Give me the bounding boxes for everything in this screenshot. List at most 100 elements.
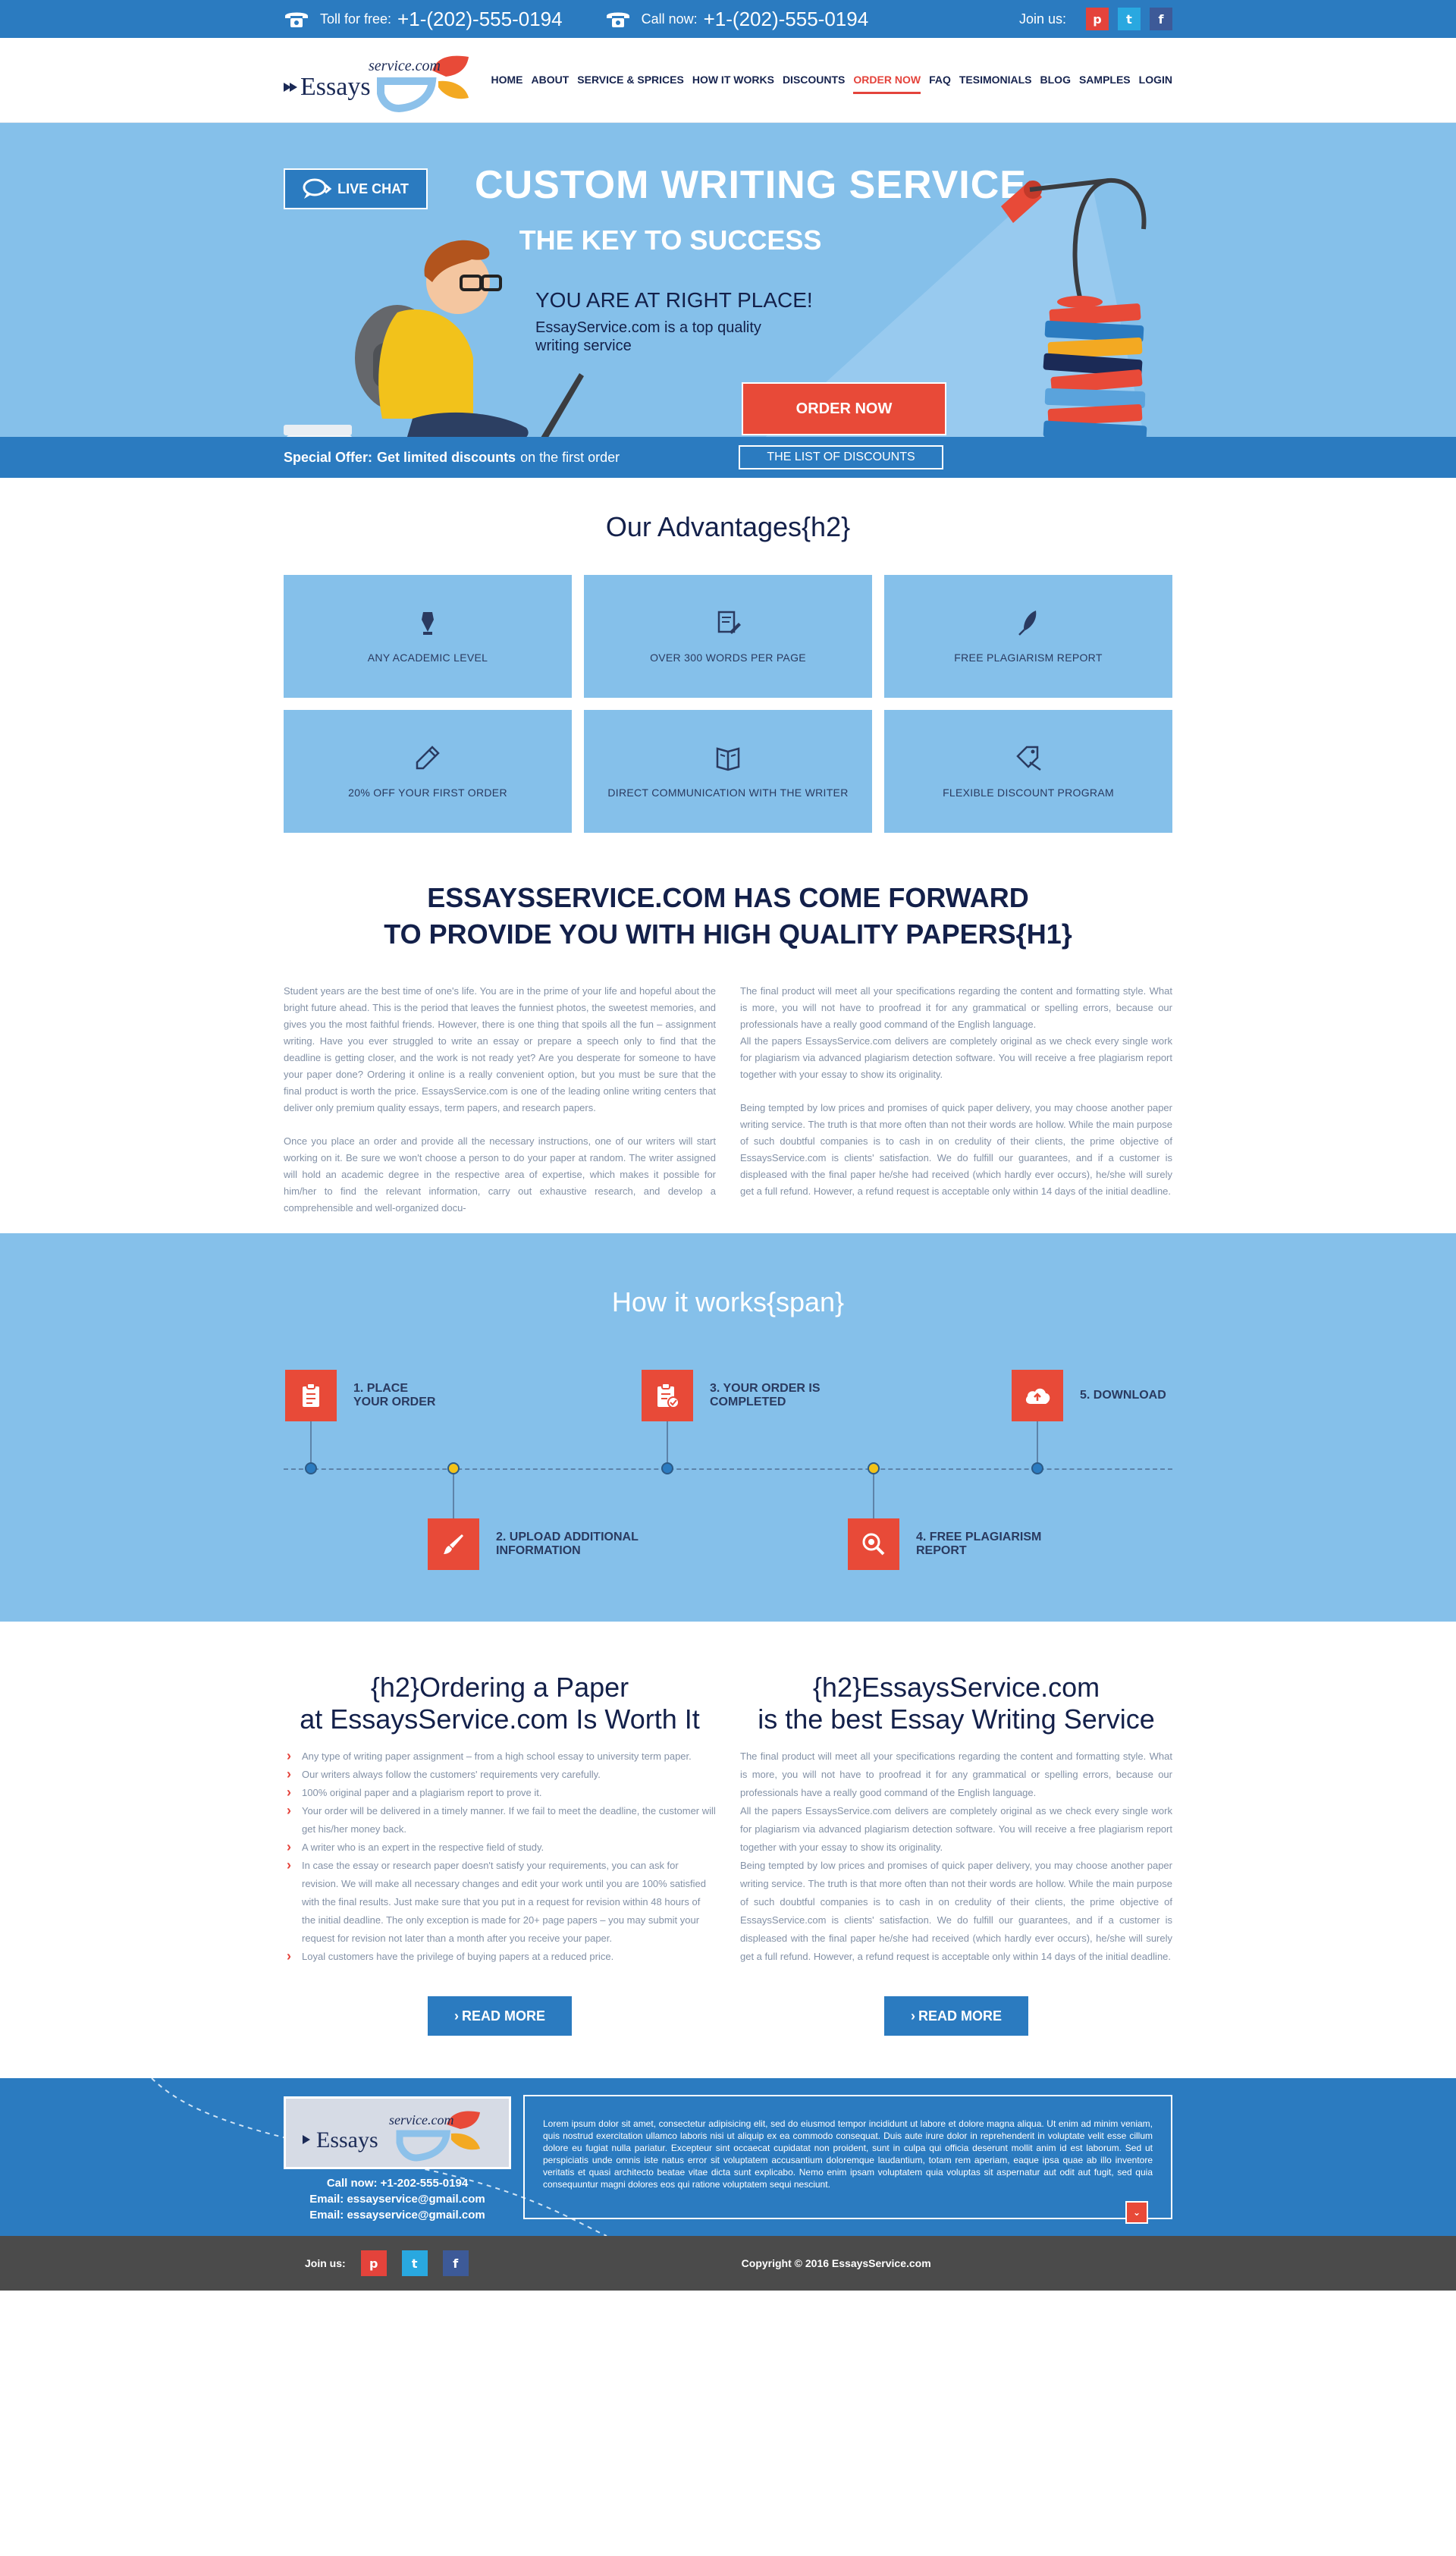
twitter-icon[interactable]: t (401, 2250, 428, 2276)
advantage-label: DIRECT COMMUNICATION WITH THE WRITER (607, 787, 849, 799)
timeline-connector (1037, 1421, 1038, 1468)
best-service-title-line1: {h2}EssaysService.com (812, 1672, 1100, 1703)
footer-logo-top-text: service.com (389, 2112, 453, 2127)
timeline-connector (667, 1421, 668, 1468)
callnow-phone[interactable]: Call now: +1-(202)-555-0194 (605, 8, 869, 31)
step-label-line: 5. DOWNLOAD (1080, 1389, 1166, 1402)
footer-logo-graphic: service.com Essays (303, 2111, 480, 2162)
timeline-connector (310, 1421, 312, 1468)
main-navigation: service.com Essays HOME ABOUT SERVICE & … (0, 38, 1456, 123)
site-logo[interactable]: service.com Essays (284, 48, 473, 113)
facebook-icon[interactable]: f (442, 2250, 469, 2276)
best-service-paragraph: Being tempted by low prices and promises… (740, 1860, 1172, 1962)
footer-phone[interactable]: Call now: +1-202-555-0194 (284, 2175, 511, 2191)
step-3: 3. YOUR ORDER IS COMPLETED (642, 1370, 821, 1421)
copyright-bar: Join us: p t f Copyright © 2016 EssaysSe… (0, 2236, 1456, 2291)
live-chat-button[interactable]: LIVE CHAT (284, 168, 428, 209)
list-item: 100% original paper and a plagiarism rep… (284, 1783, 716, 1802)
nav-menu: HOME ABOUT SERVICE & SPRICES HOW IT WORK… (482, 71, 1172, 94)
step-label: 3. YOUR ORDER IS COMPLETED (710, 1382, 821, 1409)
main-heading: ESSAYSSERVICE.COM HAS COME FORWARD TO PR… (284, 880, 1172, 953)
how-it-works-section: How it works{span} 1. PLACE YOUR ORDER 2.… (0, 1233, 1456, 1622)
facebook-icon[interactable]: f (1150, 8, 1172, 30)
step-box (285, 1370, 337, 1421)
intro-paragraph: Student years are the best time of one's… (284, 985, 716, 1113)
nav-login[interactable]: LOGIN (1139, 74, 1172, 94)
step-2: 2. UPLOAD ADDITIONAL INFORMATION (428, 1518, 639, 1570)
footer-email[interactable]: Email: essayservice@gmail.com (284, 2191, 511, 2207)
step-1: 1. PLACE YOUR ORDER (285, 1370, 435, 1421)
discount-list-button[interactable]: THE LIST OF DISCOUNTS (739, 445, 943, 469)
step-label-line: COMPLETED (710, 1396, 786, 1408)
tollfree-number[interactable]: +1-(202)-555-0194 (397, 8, 563, 31)
main-heading-line1: ESSAYSSERVICE.COM HAS COME FORWARD (427, 882, 1029, 913)
book-icon (716, 747, 740, 771)
chat-bubble-icon (303, 178, 332, 199)
advantage-card: OVER 300 WORDS PER PAGE (584, 575, 872, 698)
nav-home[interactable]: HOME (491, 74, 522, 94)
clipboard-check-icon (657, 1383, 679, 1408)
pinterest-icon[interactable]: p (1086, 8, 1109, 30)
nav-order-now[interactable]: ORDER NOW (853, 74, 921, 94)
advantage-label: ANY ACADEMIC LEVEL (367, 652, 488, 664)
list-item: Your order will be delivered in a timely… (284, 1801, 716, 1838)
footer-join-label: Join us: (305, 2257, 346, 2269)
clipboard-icon (303, 1383, 319, 1407)
chevron-right-icon: › (910, 2008, 915, 2024)
best-service-title: {h2}EssaysService.com is the best Essay … (740, 1672, 1172, 1735)
offer-bold: Get limited discounts (377, 449, 516, 465)
quill-icon (1018, 611, 1037, 636)
logo-graphic: service.com Essays (284, 55, 469, 113)
intro-left-column: Student years are the best time of one's… (284, 983, 716, 1217)
student-illustration (284, 240, 584, 460)
top-bar: Toll for free: +1-(202)-555-0194 Call no… (0, 0, 1456, 38)
chevron-down-icon[interactable]: ⌄ (1125, 2201, 1148, 2224)
footer-logo[interactable]: service.com Essays (284, 2096, 511, 2169)
footer: service.com Essays Call now: +1-202-555-… (0, 2078, 1456, 2236)
intro-paragraph: All the papers EssaysService.com deliver… (740, 1035, 1172, 1080)
nav-samples[interactable]: SAMPLES (1079, 74, 1131, 94)
nav-testimonials[interactable]: TESIMONIALS (959, 74, 1032, 94)
step-label-line: 3. YOUR ORDER IS (710, 1382, 821, 1395)
read-more-button[interactable]: › READ MORE (884, 1996, 1028, 2036)
list-item: In case the essay or research paper does… (284, 1856, 716, 1948)
nav-service-prices[interactable]: SERVICE & SPRICES (577, 74, 684, 94)
advantage-card: FLEXIBLE DISCOUNT PROGRAM (884, 710, 1172, 833)
advantage-card: FREE PLAGIARISM REPORT (884, 575, 1172, 698)
best-service-text: The final product will meet all your spe… (740, 1747, 1172, 1966)
twitter-icon[interactable]: t (1118, 8, 1141, 30)
main-heading-line2: TO PROVIDE YOU WITH HIGH QUALITY PAPERS{… (384, 918, 1072, 950)
step-label: 5. DOWNLOAD (1080, 1389, 1166, 1402)
step-label: 2. UPLOAD ADDITIONAL INFORMATION (496, 1531, 639, 1558)
read-more-button[interactable]: › READ MORE (428, 1996, 572, 2036)
step-label: 4. FREE PLAGIARISM REPORT (916, 1531, 1041, 1558)
step-box (1012, 1370, 1063, 1421)
benefits-list: Any type of writing paper assignment – f… (284, 1747, 716, 1966)
tollfree-phone[interactable]: Toll for free: +1-(202)-555-0194 (284, 8, 563, 31)
nav-faq[interactable]: FAQ (929, 74, 951, 94)
order-now-button[interactable]: ORDER NOW (742, 382, 946, 435)
nav-discounts[interactable]: DISCOUNTS (783, 74, 845, 94)
step-label-line: 2. UPLOAD ADDITIONAL (496, 1531, 639, 1543)
nav-about[interactable]: ABOUT (531, 74, 569, 94)
offer-text-row: Special Offer: Get limited discounts on … (284, 437, 1172, 478)
advantage-label: FREE PLAGIARISM REPORT (954, 652, 1103, 664)
timeline-dot (661, 1462, 673, 1474)
tollfree-label: Toll for free: (320, 11, 392, 27)
lamp-books-illustration (1001, 177, 1147, 477)
search-icon (862, 1533, 885, 1556)
nav-how-it-works[interactable]: HOW IT WORKS (692, 74, 774, 94)
nav-blog[interactable]: BLOG (1040, 74, 1071, 94)
how-it-works-timeline: 1. PLACE YOUR ORDER 2. UPLOAD ADDITIONAL I… (284, 1233, 1172, 1622)
advantages-grid: ANY ACADEMIC LEVEL OVER 300 WORDS PER PA… (284, 575, 1172, 833)
page-bottom-space (0, 2291, 1456, 2422)
intro-right-column: The final product will meet all your spe… (740, 983, 1172, 1217)
step-box (428, 1518, 479, 1570)
pinterest-icon[interactable]: p (360, 2250, 387, 2276)
callnow-number[interactable]: +1-(202)-555-0194 (704, 8, 869, 31)
callnow-label: Call now: (641, 11, 698, 27)
timeline-connector (453, 1474, 454, 1521)
ordering-title-line2: at EssaysService.com Is Worth It (300, 1703, 700, 1735)
step-label-line: REPORT (916, 1544, 967, 1557)
footer-email[interactable]: Email: essayservice@gmail.com (284, 2207, 511, 2223)
